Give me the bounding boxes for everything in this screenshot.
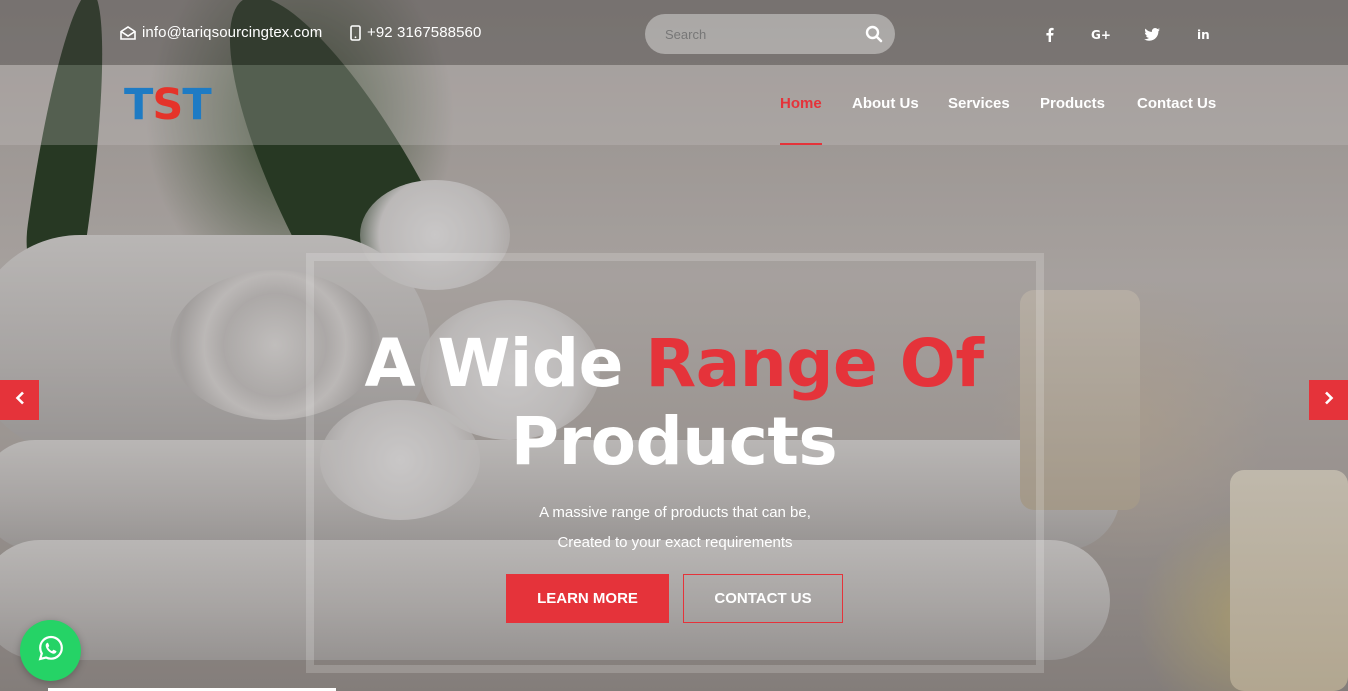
hero-subtitle-line-2: Created to your exact requirements	[557, 534, 793, 551]
main-header: TST Home About Us Services Products Cont…	[0, 65, 1348, 145]
envelope-icon	[120, 25, 136, 40]
top-bar: info@tariqsourcingtex.com +92 3167588560…	[0, 0, 1348, 65]
search-input[interactable]	[665, 24, 855, 44]
chevron-left-icon	[15, 391, 25, 410]
search-icon[interactable]	[865, 25, 883, 43]
email-text: info@tariqsourcingtex.com	[142, 24, 323, 41]
chevron-right-icon	[1324, 391, 1334, 410]
hero-title-accent: Range Of	[645, 325, 984, 402]
mobile-phone-icon	[350, 24, 361, 41]
search-box	[645, 14, 895, 54]
svg-text:G+: G+	[1091, 28, 1111, 41]
logo-letter: S	[152, 80, 183, 130]
svg-text:in: in	[1197, 28, 1210, 41]
site-logo[interactable]: TST	[124, 80, 212, 130]
learn-more-button[interactable]: LEARN MORE	[506, 574, 669, 623]
phone-text: +92 3167588560	[367, 24, 482, 41]
hero-title-line-1: A Wide Range Of	[0, 326, 1348, 402]
hero-title-text: A Wide	[364, 325, 646, 402]
phone-contact[interactable]: +92 3167588560	[350, 24, 481, 41]
nav-item-services[interactable]: Services	[948, 95, 1010, 112]
whatsapp-button[interactable]	[20, 620, 81, 681]
facebook-icon[interactable]	[1036, 24, 1062, 44]
contact-us-button[interactable]: CONTACT US	[683, 574, 843, 623]
logo-letter: T	[182, 80, 211, 130]
slider-prev-button[interactable]	[0, 380, 39, 420]
logo-letter: T	[124, 80, 153, 130]
nav-item-contact-us[interactable]: Contact Us	[1137, 95, 1216, 112]
email-contact[interactable]: info@tariqsourcingtex.com	[120, 24, 322, 41]
google-plus-icon[interactable]: G+	[1088, 24, 1114, 44]
hero-title-line-2: Products	[510, 403, 838, 480]
nav-item-about-us[interactable]: About Us	[852, 95, 919, 112]
active-nav-underline	[780, 143, 822, 145]
nav-item-home[interactable]: Home	[780, 95, 822, 112]
hero-subtitle-line-1: A massive range of products that can be,	[539, 504, 811, 521]
slider-next-button[interactable]	[1309, 380, 1348, 420]
linkedin-icon[interactable]: in	[1191, 24, 1217, 44]
whatsapp-icon	[37, 634, 65, 667]
nav-item-products[interactable]: Products	[1040, 95, 1105, 112]
twitter-icon[interactable]	[1139, 24, 1165, 44]
